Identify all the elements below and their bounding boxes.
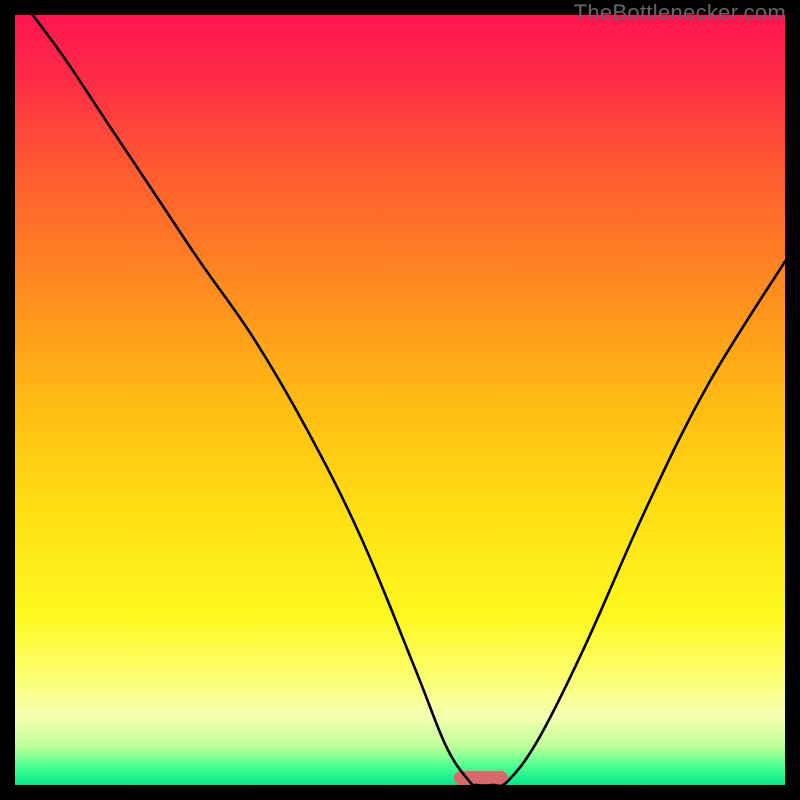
chart-frame: TheBottlenecker.com <box>0 0 800 800</box>
credit-text: TheBottlenecker.com <box>574 0 786 26</box>
plot-background <box>15 15 785 785</box>
chart-svg <box>15 15 785 785</box>
plot-area <box>15 15 785 785</box>
